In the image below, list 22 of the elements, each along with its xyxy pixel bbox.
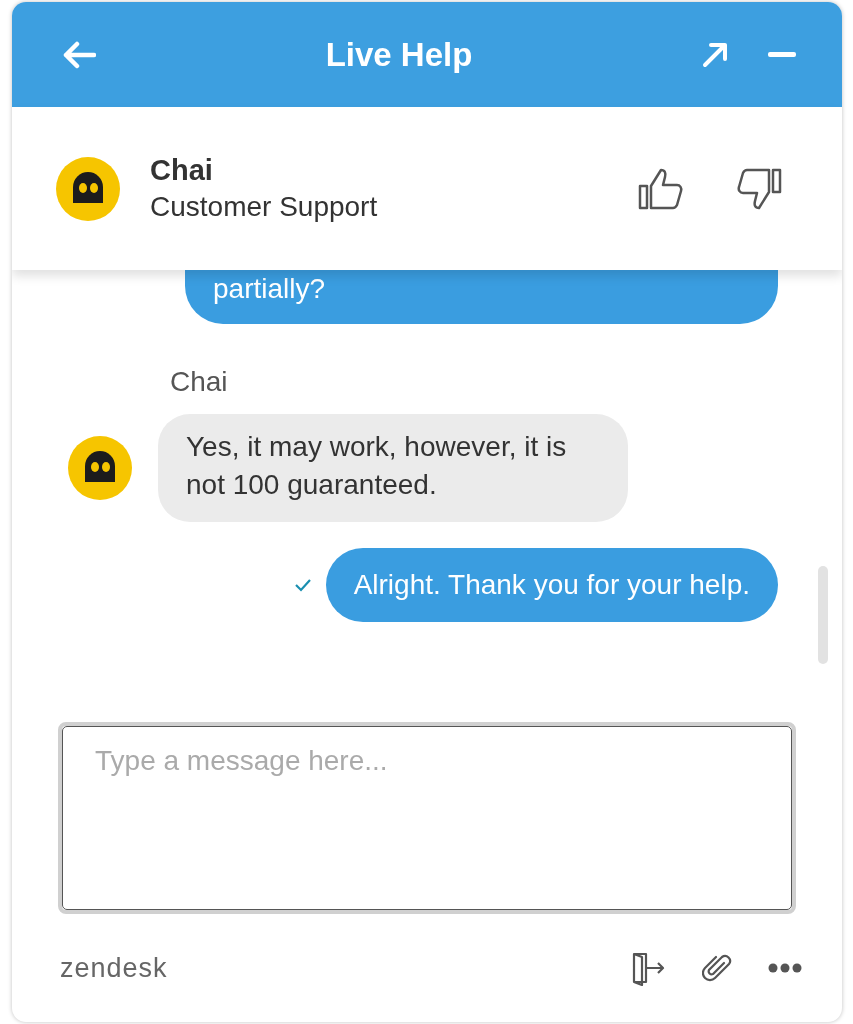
brand-logo: zendesk <box>60 952 169 984</box>
scrollbar[interactable] <box>818 566 828 664</box>
back-button[interactable] <box>62 40 96 69</box>
message-field[interactable]: Type a message here... <box>58 722 796 914</box>
back-arrow-icon <box>62 40 96 69</box>
more-icon <box>768 963 802 973</box>
avatar-icon <box>68 436 132 500</box>
popout-button[interactable] <box>702 41 728 68</box>
minimize-icon <box>768 51 796 58</box>
message-bubble: Yes, it may work, however, it is not 100 guaranteed. <box>158 414 628 522</box>
end-chat-button[interactable] <box>630 950 666 986</box>
sender-name: Chai <box>170 366 229 398</box>
message-bubble: Alright. Thank you for your help. <box>325 548 778 622</box>
diagonal-arrow-icon <box>702 41 728 68</box>
agent-name: Chai <box>150 154 214 187</box>
door-exit-icon <box>630 950 666 986</box>
avatar-icon <box>56 156 120 221</box>
agent-role: Customer Support <box>150 191 379 223</box>
message-bubble: partially? <box>185 270 778 324</box>
minimize-button[interactable] <box>768 51 796 58</box>
window-title: Live Help <box>324 35 474 74</box>
more-button[interactable] <box>768 963 802 973</box>
